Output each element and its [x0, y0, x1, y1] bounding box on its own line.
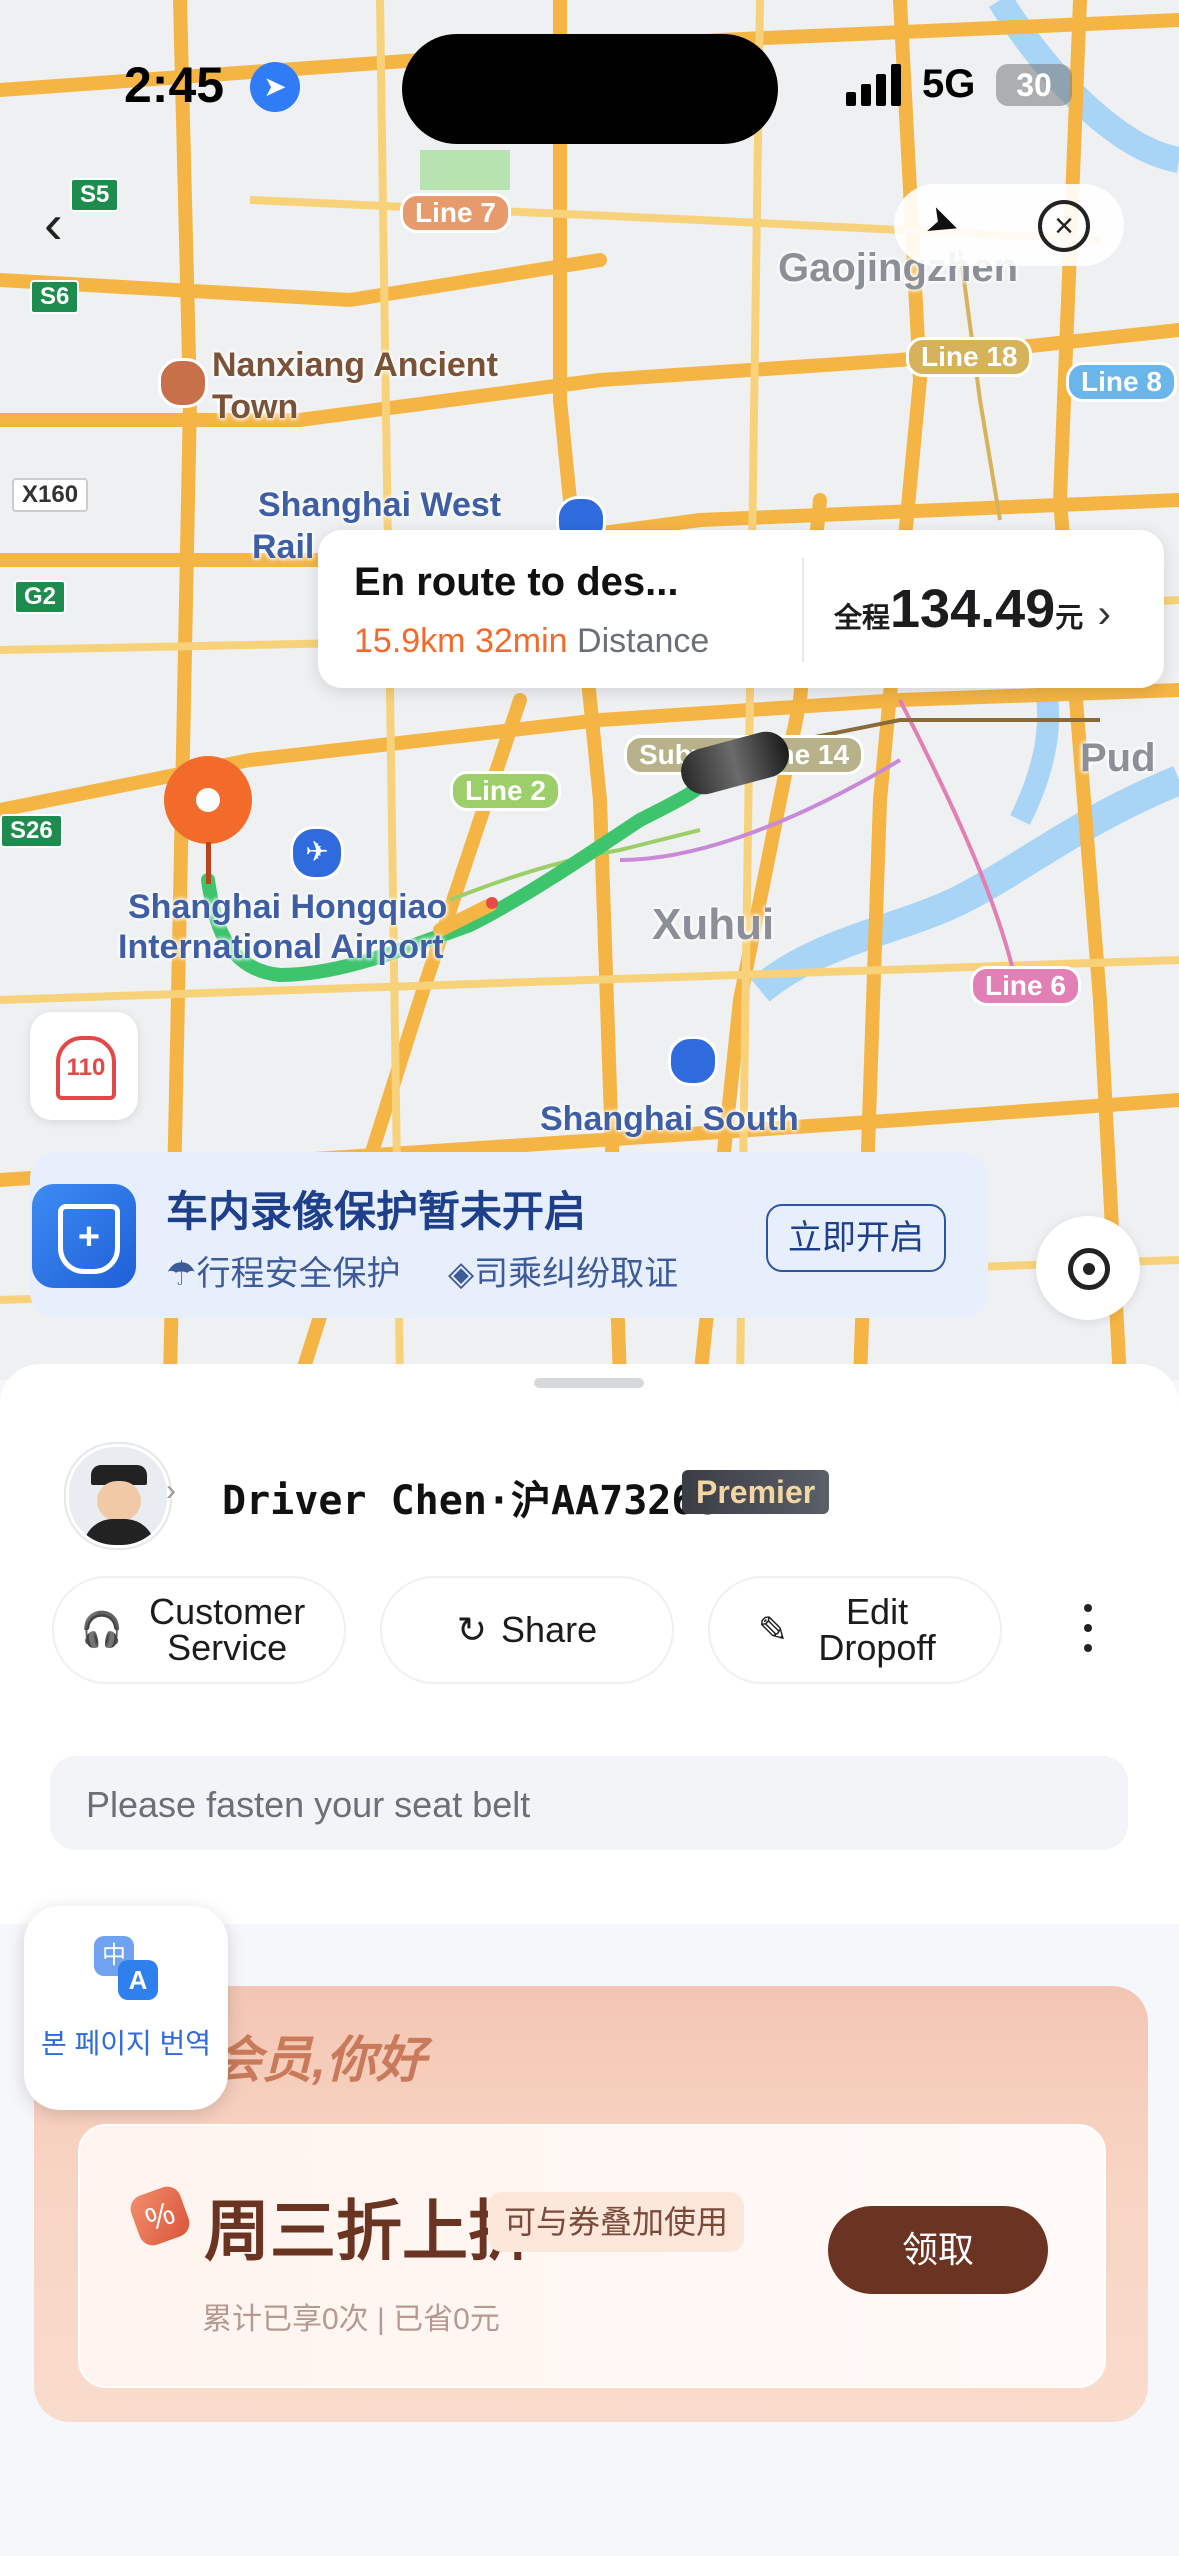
map-label-shanghai-south: Shanghai South [540, 1100, 799, 1138]
south-station-poi-icon [668, 1036, 718, 1086]
bottom-safe-area [0, 2440, 1179, 2556]
line-18-badge: Line 18 [906, 337, 1033, 377]
destination-pin-stem [206, 842, 211, 884]
battery-icon: 30 [996, 64, 1072, 106]
edit-dropoff-label: Edit Dropoff [818, 1591, 936, 1668]
promo-tag: 可与券叠加使用 [488, 2192, 745, 2252]
banner-title: 车内录像保护暂未开启 [166, 1188, 587, 1235]
translate-icon: 中 A [94, 1936, 160, 2002]
road-s6-badge: S6 [30, 280, 80, 314]
banner-sub-2: ◈司乘纠纷取证 [448, 1255, 679, 1293]
map-label-nanxiang: Nanxiang Ancient [212, 346, 498, 384]
dynamic-island [402, 34, 778, 144]
line-6-badge: Line 6 [970, 966, 1081, 1006]
line-2-badge: Line 2 [450, 771, 561, 811]
seatbelt-notice: Please fasten your seat belt [50, 1756, 1128, 1850]
map-label-hongqiao-2: International Airport [118, 928, 444, 966]
road-s26-badge: S26 [0, 814, 63, 848]
route-info-card[interactable]: En route to des... 15.9km 32min Distance… [318, 530, 1164, 688]
banner-sub-1: ☂行程安全保护 [166, 1255, 401, 1293]
more-vertical-icon[interactable] [1078, 1600, 1098, 1660]
promo-stats: 累计已享0次 | 已省0元 [202, 2303, 500, 2336]
temple-poi-icon [158, 358, 208, 408]
share-label: Share [501, 1609, 598, 1650]
headset-icon: 🎧 [80, 1611, 124, 1649]
fare-prefix: 全程 [834, 602, 891, 633]
chevron-right-icon[interactable]: › [1098, 592, 1111, 636]
line-7-badge: Line 7 [400, 193, 511, 233]
banner-sub-2-text: 司乘纠纷取证 [474, 1255, 679, 1293]
fare-amount: 134.49 [890, 579, 1056, 639]
claim-button[interactable]: 领取 [828, 2206, 1048, 2294]
location-arrow-icon: ➤ [250, 62, 300, 112]
banner-sub-1-text: 行程安全保护 [196, 1255, 401, 1293]
fare-unit: 元 [1055, 602, 1084, 633]
customer-service-label: Customer Service [149, 1591, 306, 1668]
route-duration: 32min [474, 622, 568, 660]
destination-pin-icon [164, 756, 252, 844]
translate-page-button[interactable]: 中 A 본 페이지 번역 [24, 1906, 228, 2110]
route-divider [802, 558, 804, 662]
map-label-shanghai-west: Shanghai West [258, 486, 502, 524]
enable-recording-button[interactable]: 立即开启 [766, 1204, 946, 1272]
seatbelt-notice-text: Please fasten your seat belt [86, 1784, 531, 1825]
translate-icon-a: A [118, 1960, 158, 2000]
map-label-xuhui: Xuhui [652, 900, 775, 949]
promo-title: 周三折上折 [204, 2194, 534, 2268]
road-x160-badge: X160 [12, 478, 89, 512]
share-refresh-icon: ↻ [456, 1609, 488, 1650]
discount-tag-icon: % [126, 2182, 194, 2250]
network-type: 5G [922, 62, 976, 106]
shield-icon: + [32, 1184, 136, 1288]
video-protection-banner[interactable]: + 车内录像保护暂未开启 ☂行程安全保护 ◈司乘纠纷取证 立即开启 [30, 1152, 988, 1318]
status-bar: 2:45 ➤ 5G 30 [0, 0, 1179, 160]
route-status-title: En route to des... [354, 560, 679, 604]
edit-dropoff-button[interactable]: ✎ Edit Dropoff [708, 1576, 1002, 1684]
signal-icon [846, 64, 906, 106]
pencil-icon: ✎ [757, 1609, 789, 1650]
trip-bottom-sheet: › Driver Chen·沪AA73268 Premier 🎧 Custome… [0, 1364, 1179, 1924]
close-icon[interactable]: × [1038, 200, 1090, 252]
promo-greeting: 会员,你好 [212, 2032, 426, 2088]
map-controls: ➤ × [894, 184, 1124, 266]
driver-avatar[interactable] [66, 1444, 170, 1548]
driver-name-plate: Driver Chen·沪AA73268 [222, 1478, 720, 1524]
line-8-badge: Line 8 [1066, 362, 1177, 402]
status-time: 2:45 [124, 57, 225, 113]
map-label-shanghai-west-2: Rail [252, 528, 315, 566]
route-distance: 15.9km [354, 622, 466, 660]
route-eta: 15.9km 32min Distance [354, 622, 709, 661]
customer-service-button[interactable]: 🎧 Customer Service [52, 1576, 346, 1684]
map-label-nanxiang-2: Town [212, 388, 299, 426]
alarm-bell-icon: 110 [56, 1036, 116, 1100]
translate-label: 본 페이지 번역 [40, 2028, 212, 2059]
emergency-110-button[interactable]: 110 [30, 1012, 138, 1120]
sheet-grabber[interactable] [534, 1378, 644, 1388]
crosshair-icon [1068, 1248, 1110, 1290]
navigate-arrow-icon[interactable]: ➤ [920, 196, 979, 255]
share-button[interactable]: ↻ Share [380, 1576, 674, 1684]
premier-badge: Premier [682, 1470, 830, 1514]
map-label-pudong: Pud [1080, 736, 1156, 780]
back-chevron-icon[interactable]: ‹ [44, 196, 84, 256]
map-label-hongqiao: Shanghai Hongqiao [128, 888, 448, 926]
avatar-chevron-icon: › [166, 1474, 176, 1507]
promo-offer: % 周三折上折 可与券叠加使用 累计已享0次 | 已省0元 领取 [78, 2124, 1106, 2388]
road-g2-badge: G2 [14, 580, 67, 614]
locate-me-button[interactable] [1036, 1216, 1140, 1320]
airport-poi-icon: ✈ [290, 826, 344, 880]
fare-block: 全程134.49元 › [834, 578, 1111, 640]
route-distance-label: Distance [577, 622, 710, 660]
